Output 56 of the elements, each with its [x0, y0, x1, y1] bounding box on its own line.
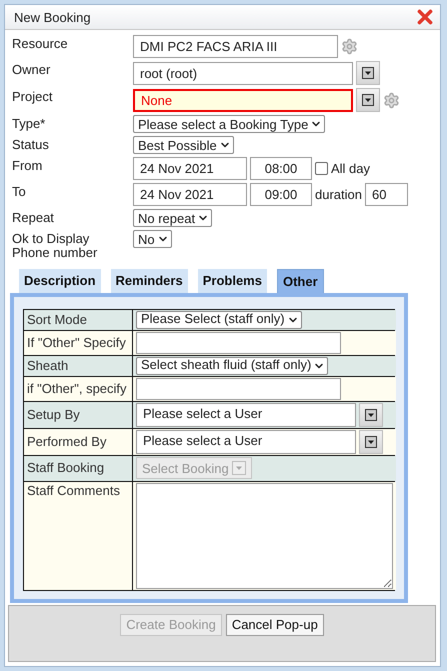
row-label: Sort Mode — [27, 312, 87, 328]
field-label: Type* — [12, 115, 46, 132]
text-field[interactable] — [136, 332, 341, 354]
user-field[interactable]: Please select a User — [136, 430, 356, 454]
select-dropdown[interactable]: Please Select (staff only) — [136, 310, 302, 329]
select-dropdown[interactable]: No repeat — [133, 209, 212, 227]
field-label: Resource — [12, 35, 69, 52]
tab[interactable]: Other — [276, 268, 324, 293]
field-label: Owner — [12, 61, 52, 78]
user-field[interactable]: Please select a User — [136, 402, 356, 427]
comments-field[interactable] — [136, 482, 393, 589]
tab[interactable]: Description — [19, 268, 101, 293]
time-field[interactable]: 09:00 — [250, 183, 312, 206]
tab[interactable]: Reminders — [110, 268, 188, 293]
field-label: Status — [12, 136, 50, 152]
dropdown-button[interactable] — [359, 402, 383, 427]
date-field[interactable]: 24 Nov 2021 — [133, 157, 247, 180]
caret-icon — [232, 461, 246, 476]
caret-icon — [362, 67, 374, 79]
checkbox-label: All day — [331, 161, 370, 176]
text-field[interactable] — [136, 378, 341, 400]
duration-label: duration — [315, 187, 362, 202]
settings-icon[interactable] — [341, 38, 358, 55]
checkbox[interactable] — [315, 162, 328, 175]
row-label: Sheath — [27, 358, 68, 374]
caret-icon — [365, 436, 377, 448]
caret-icon — [362, 94, 374, 106]
row-label: Staff Comments — [27, 482, 120, 498]
window-title: New Booking — [14, 10, 91, 24]
row-label: if "Other", specify — [27, 380, 127, 396]
select-dropdown[interactable]: Select sheath fluid (staff only) — [136, 356, 328, 375]
field-label: Project — [12, 88, 54, 104]
row-label: Setup By — [27, 406, 80, 422]
duration-field[interactable]: 60 — [364, 183, 408, 206]
caret-icon — [365, 408, 377, 421]
time-field[interactable]: 08:00 — [250, 157, 312, 180]
row-label: If "Other" Specify — [27, 334, 126, 350]
dropdown-button[interactable] — [356, 88, 380, 112]
dropdown-button[interactable] — [359, 430, 383, 454]
row-label: Staff Booking — [27, 460, 104, 476]
lookup-field[interactable]: root (root) — [133, 62, 353, 84]
dropdown-button[interactable] — [356, 61, 380, 85]
settings-icon[interactable] — [383, 92, 400, 108]
field-label: To — [12, 183, 27, 200]
date-field[interactable]: 24 Nov 2021 — [133, 183, 247, 206]
select-dropdown[interactable]: Best Possible — [133, 136, 234, 154]
tab[interactable]: Problems — [198, 268, 267, 293]
field-label: From — [12, 157, 44, 174]
row-label: Performed By — [27, 434, 106, 450]
resource-field[interactable]: DMI PC2 FACS ARIA III — [133, 35, 338, 58]
lookup-field[interactable]: None — [133, 88, 353, 112]
field-label: Repeat — [12, 209, 55, 226]
select-dropdown[interactable]: No — [133, 230, 172, 248]
action-button[interactable]: Cancel Pop-up — [226, 614, 324, 636]
select-dropdown[interactable]: Please select a Booking Type — [133, 115, 326, 133]
field-label: Ok to Display Phone number — [12, 230, 98, 261]
